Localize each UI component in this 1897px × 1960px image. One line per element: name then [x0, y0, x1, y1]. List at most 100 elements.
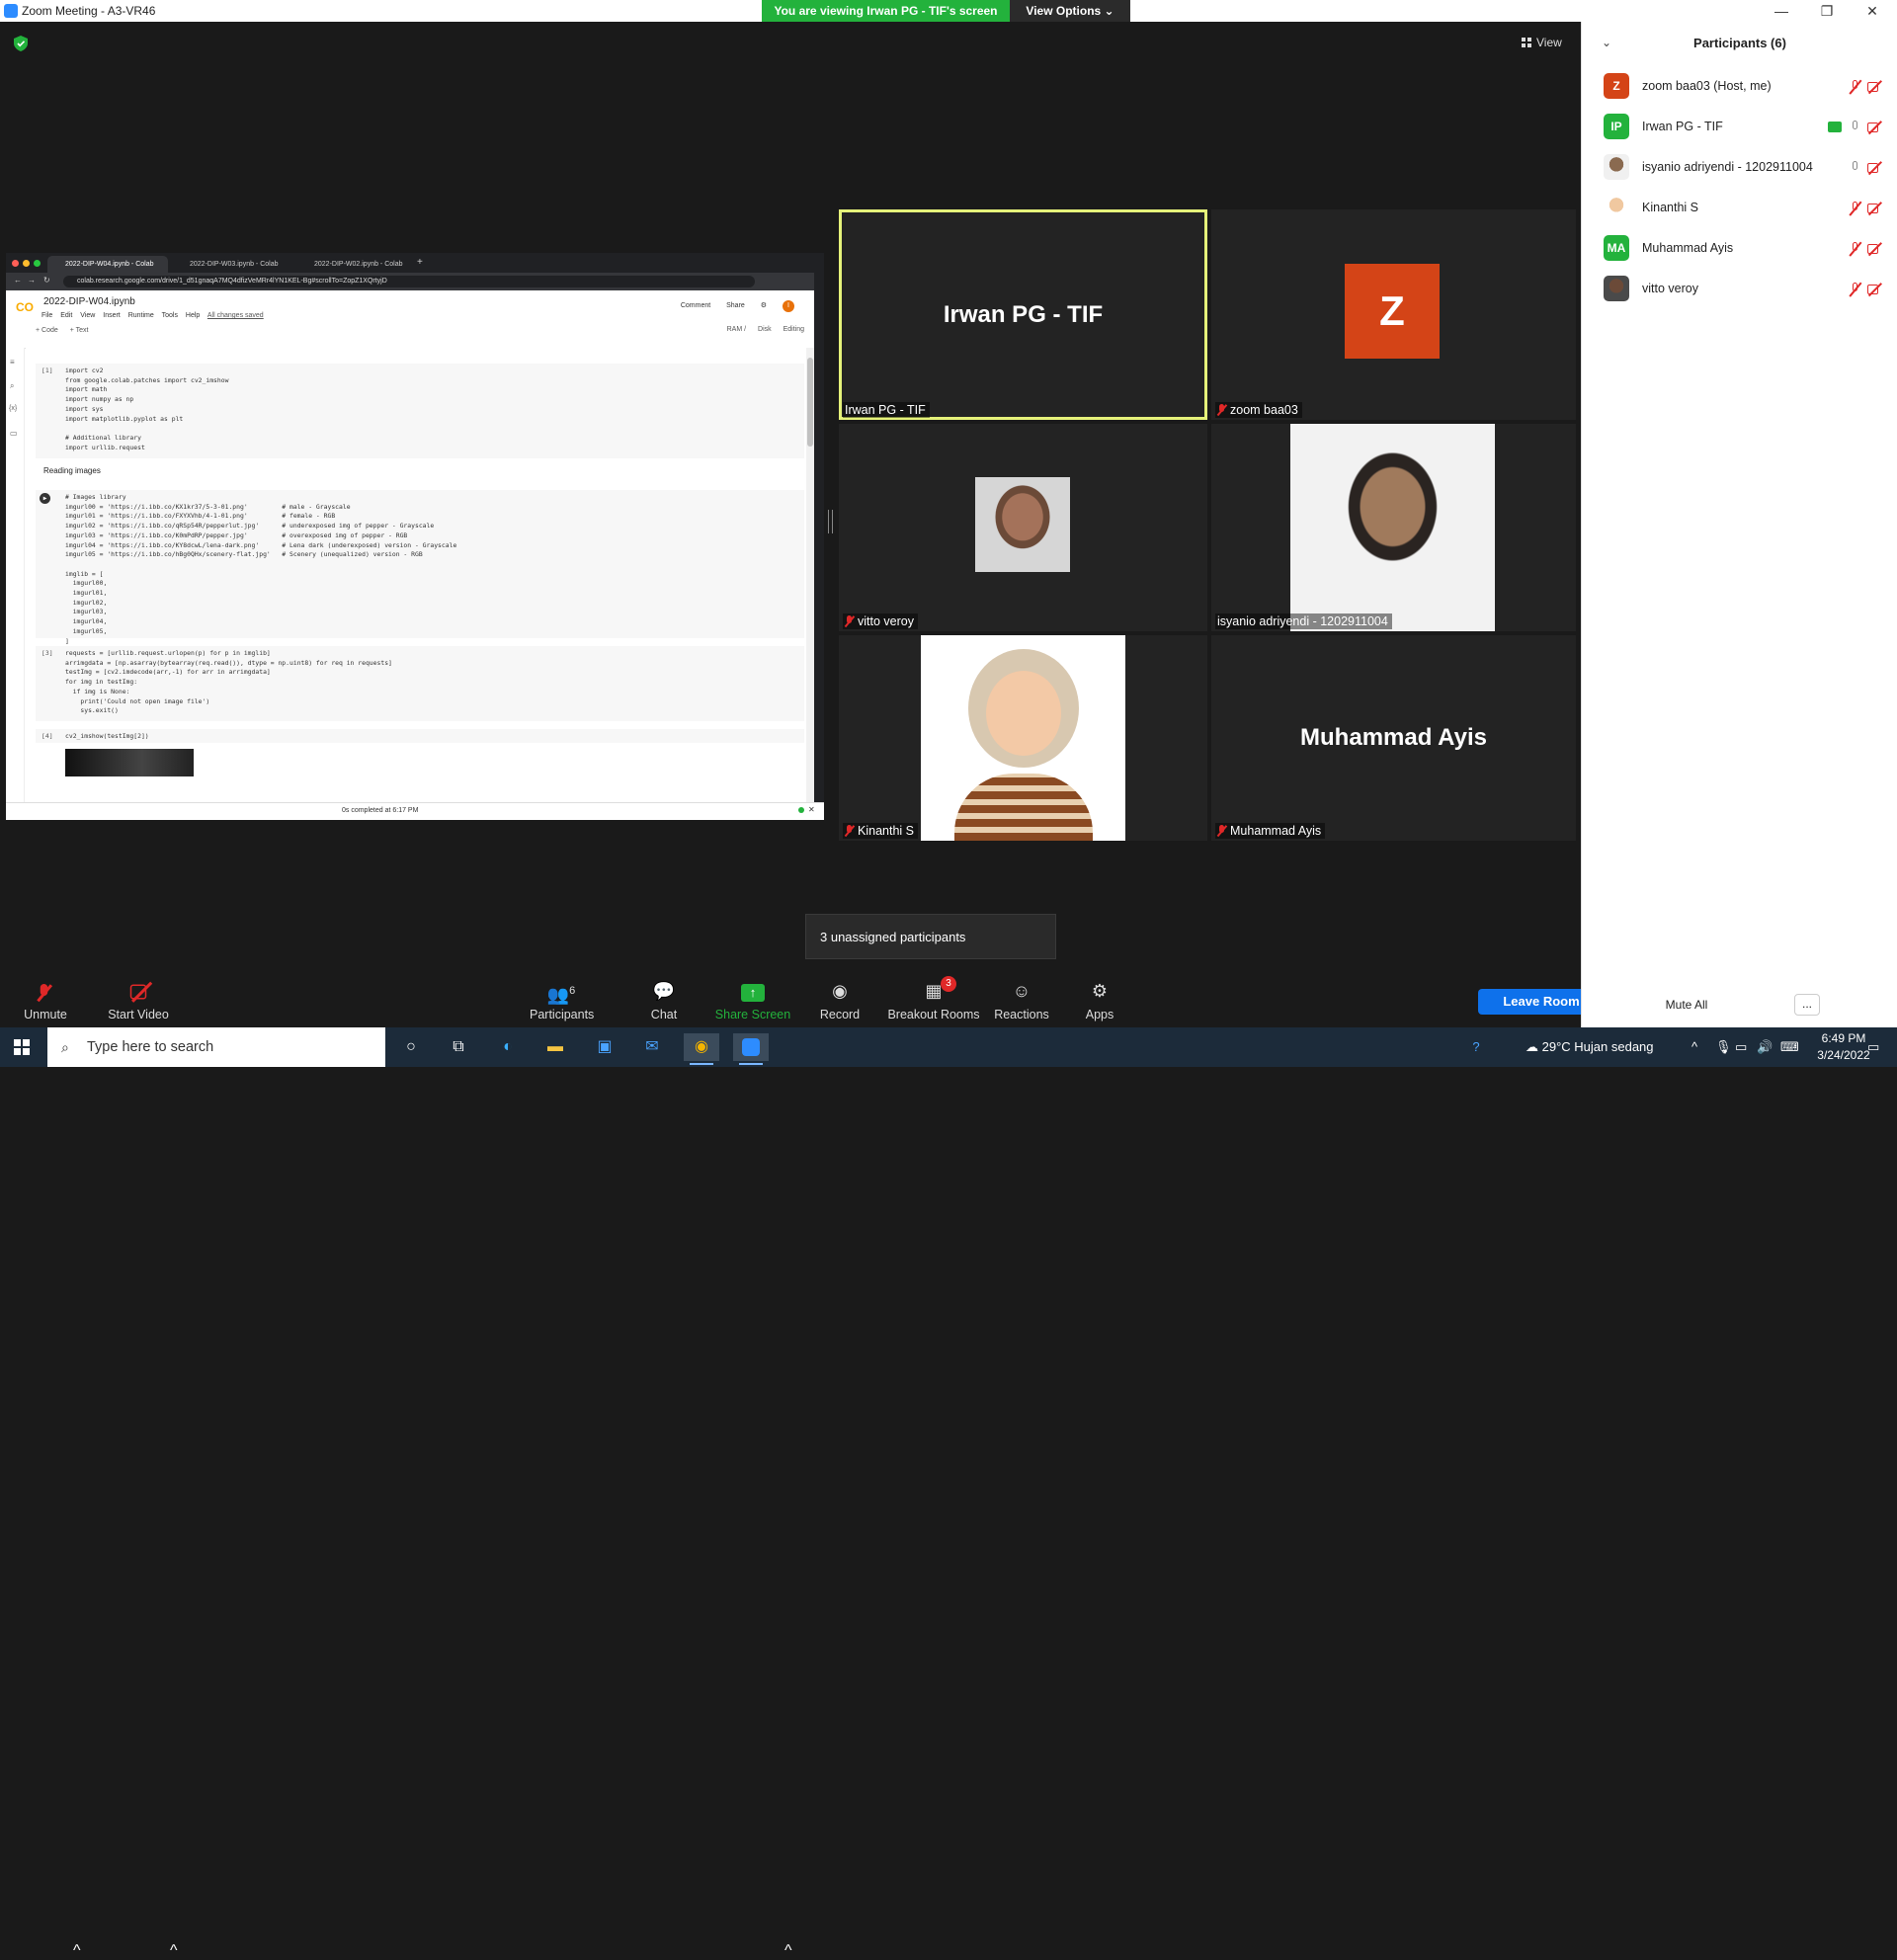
cell-code[interactable]: cv2_imshow(testImg[2]) — [65, 732, 149, 742]
add-code-button[interactable]: + Code — [36, 327, 58, 334]
encryption-shield-icon[interactable] — [14, 36, 28, 51]
share-screen-button[interactable]: ↑ Share Screen — [713, 960, 792, 1026]
browser-tab[interactable]: 2022-DIP-W03.ipynb - Colab — [172, 256, 292, 273]
chrome-icon[interactable]: ◉ — [684, 1033, 719, 1065]
unassigned-participants-popup[interactable]: 3 unassigned participants — [805, 914, 1056, 959]
notifications-icon[interactable]: ▭ — [1867, 1027, 1879, 1067]
microphone-tray-icon[interactable]: 🎙 — [1715, 1027, 1732, 1067]
cell-code[interactable]: # Images library imgurl00 = 'https://i.i… — [65, 493, 456, 646]
video-options-caret-icon[interactable]: ^ — [170, 1942, 178, 1960]
cell-code[interactable]: requests = [urllib.request.urlopen(p) fo… — [65, 649, 392, 716]
share-options-caret-icon[interactable]: ^ — [784, 1942, 792, 1960]
reactions-button[interactable]: ☺ Reactions — [992, 960, 1051, 1026]
video-tile-zoom-baa03[interactable]: Z zoom baa03 — [1211, 209, 1576, 420]
unmute-button[interactable]: Unmute — [16, 960, 75, 1026]
mail-icon[interactable]: ✉ — [634, 1033, 670, 1061]
mute-all-button[interactable]: Mute All — [1652, 994, 1721, 1016]
taskbar-search[interactable]: ⌕ Type here to search — [47, 1027, 385, 1067]
show-hidden-icons[interactable]: ^ — [1691, 1027, 1697, 1067]
code-cell[interactable]: [3] requests = [urllib.request.urlopen(p… — [36, 646, 804, 721]
code-cell[interactable]: ▶ # Images library imgurl00 = 'https://i… — [36, 490, 804, 645]
cortana-icon[interactable]: ○ — [393, 1033, 429, 1061]
participant-row[interactable]: MA Muhammad Ayis — [1582, 229, 1897, 270]
scrollbar-thumb[interactable] — [807, 358, 813, 447]
minimize-icon[interactable]: — — [1759, 0, 1804, 22]
menu-help[interactable]: Help — [186, 312, 200, 319]
participant-row[interactable]: isyanio adriyendi - 1202911004 — [1582, 148, 1897, 189]
restore-icon[interactable]: ❐ — [1804, 0, 1850, 22]
menu-insert[interactable]: Insert — [103, 312, 121, 319]
editing-mode[interactable]: Editing — [784, 326, 804, 333]
mic-icon[interactable] — [1850, 160, 1859, 175]
comment-button[interactable]: Comment — [681, 302, 710, 309]
files-icon[interactable]: ▭ — [10, 429, 18, 438]
chat-button[interactable]: 💬 Chat — [638, 960, 690, 1026]
taskbar-clock[interactable]: 6:49 PM 3/24/2022 — [1814, 1030, 1873, 1064]
store-icon[interactable]: ▣ — [587, 1033, 622, 1061]
file-explorer-icon[interactable]: ▬ — [537, 1033, 573, 1061]
view-options-button[interactable]: View Options ⌄ — [1010, 0, 1130, 22]
mic-muted-icon[interactable] — [1850, 241, 1859, 256]
mic-muted-icon[interactable] — [1850, 79, 1859, 94]
record-button[interactable]: ◉ Record — [814, 960, 866, 1026]
participants-button[interactable]: 👥6 Participants — [530, 960, 594, 1026]
participant-row[interactable]: Kinanthi S — [1582, 189, 1897, 229]
run-cell-icon[interactable]: ▶ — [40, 493, 50, 504]
close-status-icon[interactable]: ✕ — [808, 805, 815, 814]
share-button[interactable]: Share — [726, 302, 745, 309]
add-text-button[interactable]: + Text — [70, 327, 89, 334]
view-layout-button[interactable]: View — [1522, 32, 1571, 53]
participant-row[interactable]: vitto veroy — [1582, 270, 1897, 310]
notebook-title[interactable]: 2022-DIP-W04.ipynb — [43, 296, 135, 307]
notebook-scrollbar[interactable] — [806, 348, 814, 802]
split-resize-handle[interactable] — [828, 510, 833, 533]
breakout-rooms-button[interactable]: ▦ 3 Breakout Rooms — [885, 960, 982, 1026]
video-tile-isyanio[interactable]: isyanio adriyendi - 1202911004 — [1211, 424, 1576, 631]
back-icon[interactable]: ← — [14, 276, 22, 285]
windows-start-icon[interactable] — [14, 1039, 30, 1055]
save-status[interactable]: All changes saved — [207, 312, 264, 319]
menu-view[interactable]: View — [80, 312, 95, 319]
browser-tab[interactable]: 2022-DIP-W04.ipynb - Colab — [47, 256, 168, 273]
address-field[interactable]: colab.research.google.com/drive/1_d51gna… — [63, 276, 755, 287]
toc-icon[interactable]: ≡ — [10, 358, 15, 367]
task-view-icon[interactable]: ⧉ — [441, 1033, 476, 1061]
mic-muted-icon[interactable] — [1850, 282, 1859, 296]
apps-button[interactable]: ⚙ Apps — [1077, 960, 1122, 1026]
video-tile-muhammad-ayis[interactable]: Muhammad Ayis Muhammad Ayis — [1211, 635, 1576, 841]
ram-disk-meter[interactable]: RAM / Disk — [717, 326, 772, 333]
menu-edit[interactable]: Edit — [60, 312, 72, 319]
participant-row[interactable]: IP Irwan PG - TIF — [1582, 108, 1897, 148]
code-cell[interactable]: [4] cv2_imshow(testImg[2]) — [36, 729, 804, 743]
settings-icon[interactable]: ⚙ — [761, 302, 767, 309]
new-tab-icon[interactable]: + — [417, 257, 423, 268]
search-icon[interactable]: ⌕ — [10, 381, 14, 391]
help-icon[interactable]: ? — [1464, 1027, 1488, 1067]
more-options-button[interactable]: ... — [1794, 994, 1820, 1016]
menu-runtime[interactable]: Runtime — [128, 312, 154, 319]
page-scrollbar[interactable] — [814, 253, 824, 820]
forward-icon[interactable]: → — [28, 276, 36, 285]
video-tile-vitto[interactable]: vitto veroy — [839, 424, 1207, 631]
start-video-button[interactable]: Start Video — [99, 960, 178, 1026]
cell-code[interactable]: import cv2 from google.colab.patches imp… — [65, 367, 228, 452]
code-cell[interactable]: [1] import cv2 from google.colab.patches… — [36, 364, 804, 458]
account-avatar[interactable]: I — [783, 300, 794, 312]
browser-tab[interactable]: 2022-DIP-W02.ipynb - Colab — [296, 256, 417, 273]
network-icon[interactable]: ▭ — [1735, 1027, 1747, 1067]
audio-options-caret-icon[interactable]: ^ — [73, 1942, 81, 1960]
menu-file[interactable]: File — [41, 312, 52, 319]
mic-icon[interactable] — [1850, 120, 1859, 134]
close-icon[interactable]: ✕ — [1850, 0, 1895, 22]
weather-widget[interactable]: ☁ 29°C Hujan sedang — [1526, 1027, 1654, 1067]
video-tile-irwan[interactable]: Irwan PG - TIF Irwan PG - TIF — [839, 209, 1207, 420]
participant-row[interactable]: Z zoom baa03 (Host, me) — [1582, 67, 1897, 108]
language-icon[interactable]: ⌨ — [1780, 1027, 1799, 1067]
menu-tools[interactable]: Tools — [162, 312, 178, 319]
variables-icon[interactable]: {x} — [9, 405, 17, 412]
volume-icon[interactable]: 🔊 — [1757, 1027, 1773, 1067]
edge-icon[interactable]: ◐ — [490, 1033, 526, 1061]
video-tile-kinanthi[interactable]: Kinanthi S — [839, 635, 1207, 841]
reload-icon[interactable]: ↻ — [43, 276, 50, 285]
zoom-app-icon[interactable] — [733, 1033, 769, 1065]
